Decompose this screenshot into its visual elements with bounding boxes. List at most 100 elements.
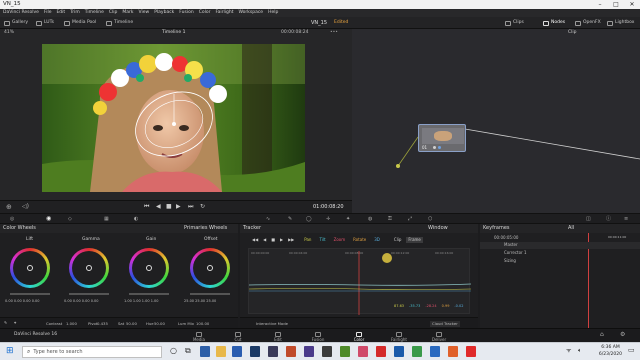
scopes-icon[interactable]: ◫ <box>586 217 591 222</box>
app-taskbar-icon-4[interactable] <box>394 346 404 357</box>
track-reverse-icon[interactable]: ◀◀ <box>252 238 258 242</box>
keyframe-row-master[interactable]: Master <box>480 242 640 249</box>
camera-raw-icon[interactable]: ◎ <box>10 217 14 222</box>
keyframes-filter-dropdown[interactable]: All <box>568 226 574 231</box>
metadata-icon[interactable]: ≡ <box>624 217 628 222</box>
wifi-icon[interactable]: ᯤ <box>566 348 571 354</box>
picker-icon[interactable]: ⌖ <box>14 321 16 325</box>
color-wheels-icon[interactable]: ◉ <box>46 216 51 222</box>
gallery-button[interactable]: Gallery <box>4 19 28 27</box>
settings-icon[interactable]: ⚙ <box>620 332 625 338</box>
powerpoint-taskbar-icon[interactable] <box>286 346 296 357</box>
offset-wheel-handle[interactable] <box>207 265 213 271</box>
pan-check[interactable]: Pan <box>304 238 311 242</box>
track-forward-icon[interactable]: ▶ <box>280 238 283 242</box>
viewer[interactable] <box>0 37 352 200</box>
hdr-icon[interactable]: ◇ <box>68 217 72 222</box>
menu-view[interactable]: View <box>139 10 150 16</box>
tilt-check[interactable]: Tilt <box>319 238 325 242</box>
key-icon[interactable]: ⚿ <box>388 217 392 222</box>
stop-icon[interactable]: ■ <box>166 204 172 210</box>
keyframe-row-corrector[interactable]: Corrector 1 <box>480 250 640 257</box>
gain-wheel-handle[interactable] <box>146 265 152 271</box>
primaries-wheels-dropdown[interactable]: Primaries Wheels <box>184 226 227 231</box>
menu-playback[interactable]: Playback <box>154 10 174 16</box>
track-back-icon[interactable]: ◀ <box>263 238 266 242</box>
menu-clip[interactable]: Clip <box>109 10 118 16</box>
notifications-icon[interactable]: ▭ <box>628 347 635 354</box>
nodes-button[interactable]: Nodes <box>543 19 565 27</box>
menu-fusion[interactable]: Fusion <box>179 10 193 16</box>
tracker-graph[interactable]: 00:00:00:00 00:00:04:00 00:00:08:00 00:0… <box>248 248 471 315</box>
window-icon[interactable]: ◯ <box>306 217 312 222</box>
rotate-check[interactable]: Rotate <box>353 238 366 242</box>
tracker-icon[interactable]: ✛ <box>326 217 330 222</box>
davinci-taskbar-icon[interactable] <box>322 346 332 357</box>
viewer-image[interactable] <box>42 44 305 192</box>
app-taskbar-icon-5[interactable] <box>412 346 422 357</box>
hue-value[interactable]: 50.00 <box>154 322 165 326</box>
node-editor[interactable]: Clip 01 <box>352 29 640 213</box>
offset-wheel[interactable] <box>190 248 230 288</box>
gamma-wheel[interactable] <box>69 248 109 288</box>
menu-file[interactable]: File <box>44 10 52 16</box>
premiere-taskbar-icon[interactable] <box>268 346 278 357</box>
zoom-level[interactable]: 41% <box>4 30 14 36</box>
word-taskbar-icon[interactable] <box>232 346 242 357</box>
luts-button[interactable]: LUTs <box>36 19 54 27</box>
gain-master-slider[interactable] <box>129 293 169 295</box>
menu-trim[interactable]: Trim <box>70 10 80 16</box>
menu-davinci[interactable]: DaVinci Resolve <box>3 10 39 16</box>
explorer-taskbar-icon[interactable] <box>216 346 226 357</box>
windows-start-icon[interactable]: ⊞ <box>6 347 14 356</box>
track-stop-icon[interactable]: ■ <box>271 238 275 242</box>
app-taskbar-icon-6[interactable] <box>430 346 440 357</box>
keyframe-row-sizing[interactable]: Sizing <box>480 258 640 265</box>
menu-help[interactable]: Help <box>268 10 278 16</box>
speaker-icon[interactable]: ◁) <box>22 204 29 210</box>
close-button[interactable]: ✕ <box>624 0 640 9</box>
page-fusion[interactable]: Fusion <box>302 330 334 342</box>
app-taskbar-icon-1[interactable] <box>340 346 350 357</box>
pivot-value[interactable]: 0.435 <box>97 322 108 326</box>
frame-toggle[interactable]: Frame <box>406 237 423 243</box>
lum-mix-value[interactable]: 100.00 <box>196 322 209 326</box>
qualifier-icon[interactable]: ✎ <box>288 217 292 222</box>
menu-fairlight[interactable]: Fairlight <box>215 10 233 16</box>
magic-mask-icon[interactable]: ✦ <box>346 217 350 222</box>
blur-icon[interactable]: ◍ <box>368 217 372 222</box>
corrector-node[interactable]: 01 <box>418 124 466 152</box>
page-media[interactable]: Media <box>183 330 215 342</box>
cloud-tracker-dropdown[interactable]: Cloud Tracker <box>430 321 460 327</box>
step-back-icon[interactable]: ◀ <box>156 204 161 210</box>
crosshair-icon[interactable]: ⊕ <box>6 204 12 211</box>
tracker-mode-dropdown[interactable]: Window <box>428 226 448 231</box>
contrast-value[interactable]: 1.000 <box>66 322 77 326</box>
page-fairlight[interactable]: Fairlight <box>383 330 415 342</box>
offset-master-slider[interactable] <box>190 293 230 295</box>
taskbar-search[interactable]: ⌕ Type here to search <box>22 346 162 358</box>
interactive-mode-toggle[interactable]: Interactive Mode <box>256 322 288 326</box>
page-cut[interactable]: Cut <box>222 330 254 342</box>
cortana-icon[interactable]: ○ <box>170 347 177 355</box>
gain-wheel[interactable] <box>129 248 169 288</box>
page-color[interactable]: Color <box>343 330 375 342</box>
gamma-master-slider[interactable] <box>69 293 109 295</box>
motion-effects-icon[interactable]: ◐ <box>134 217 138 222</box>
3d-icon[interactable]: ⬡ <box>428 217 432 222</box>
track-forward-all-icon[interactable]: ▶▶ <box>288 238 294 242</box>
app-taskbar-icon-3[interactable] <box>376 346 386 357</box>
page-edit[interactable]: Edit <box>262 330 294 342</box>
page-deliver[interactable]: Deliver <box>423 330 455 342</box>
lift-wheel[interactable] <box>10 248 50 288</box>
home-icon[interactable]: ⌂ <box>600 332 604 338</box>
timeline-name[interactable]: Timeline 1 <box>162 30 185 36</box>
skip-forward-icon[interactable]: ⏭ <box>188 204 193 210</box>
info-icon[interactable]: ⓘ <box>606 217 611 222</box>
volume-icon[interactable]: 🔈︎ <box>578 348 582 354</box>
zoom-check[interactable]: Zoom <box>334 238 346 242</box>
more-icon[interactable]: ••• <box>330 30 338 36</box>
play-icon[interactable]: ▶ <box>176 204 181 210</box>
menu-edit[interactable]: Edit <box>56 10 65 16</box>
app-taskbar-icon-8[interactable] <box>466 346 476 357</box>
